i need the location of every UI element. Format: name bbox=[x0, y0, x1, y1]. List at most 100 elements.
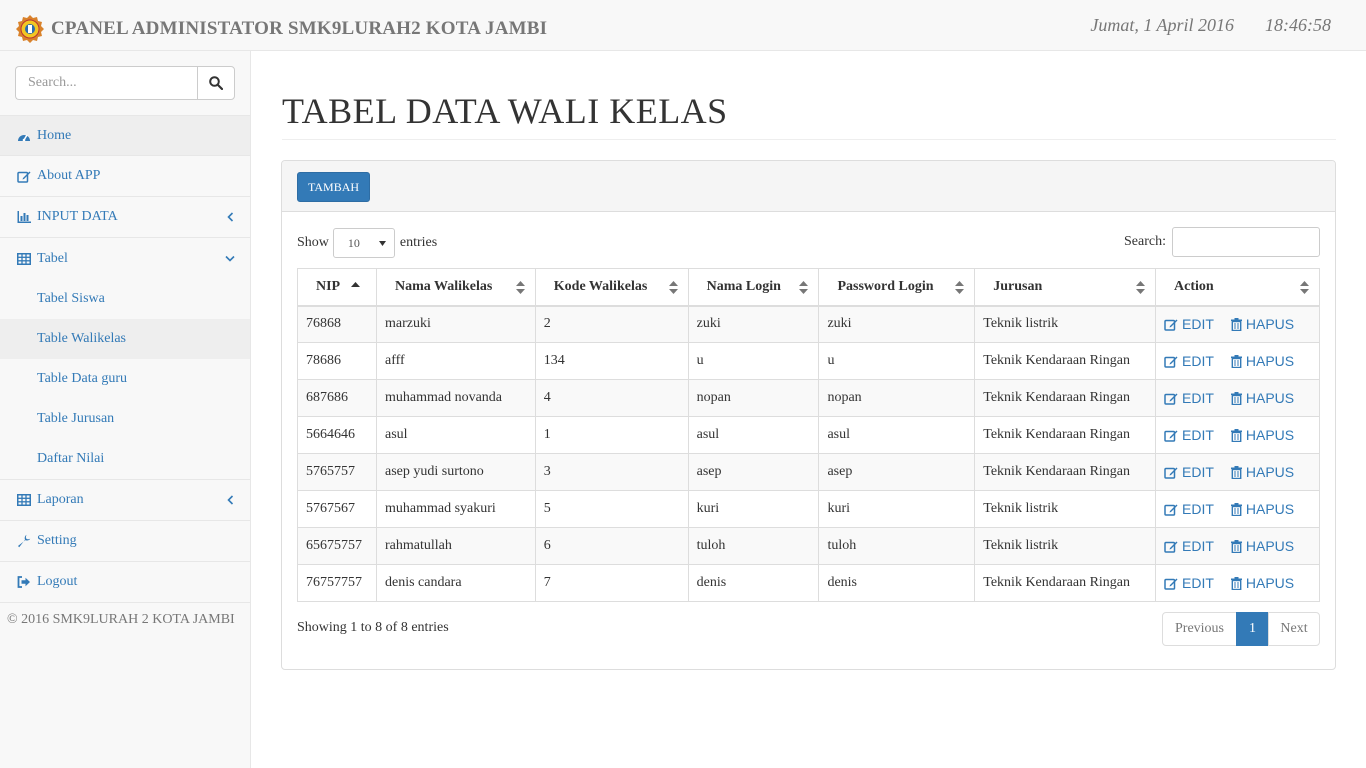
edit-icon bbox=[1164, 393, 1178, 405]
edit-icon bbox=[1164, 430, 1178, 442]
cell-action: EDIT HAPUS bbox=[1155, 564, 1320, 602]
brand[interactable]: CPANEL ADMINISTATOR SMK9LURAH2 KOTA JAMB… bbox=[15, 13, 547, 45]
table-search-input[interactable] bbox=[1172, 227, 1320, 257]
pagination-next[interactable]: Next bbox=[1268, 612, 1320, 646]
sidebar-subitem-table-walikelas[interactable]: Table Walikelas bbox=[0, 319, 250, 359]
sidebar: Home About APP INPUT DATA Tabel bbox=[0, 51, 251, 768]
sidebar-subitem-daftar-nilai[interactable]: Daftar Nilai bbox=[0, 439, 250, 479]
pagination-previous[interactable]: Previous bbox=[1162, 612, 1237, 646]
delete-button[interactable]: HAPUS bbox=[1230, 575, 1295, 591]
sidebar-search-button[interactable] bbox=[197, 66, 235, 100]
cell-password-login: denis bbox=[818, 564, 976, 602]
sidebar-item-laporan[interactable]: Laporan bbox=[0, 480, 250, 521]
sidebar-item-tabel[interactable]: Tabel bbox=[0, 238, 250, 279]
sidebar-search bbox=[15, 66, 235, 100]
cell-nama-walikelas: asul bbox=[375, 416, 536, 454]
edit-button[interactable]: EDIT bbox=[1164, 464, 1214, 480]
sort-icon bbox=[668, 281, 678, 294]
edit-label: EDIT bbox=[1182, 575, 1214, 591]
edit-button[interactable]: EDIT bbox=[1164, 501, 1214, 517]
cell-action: EDIT HAPUS bbox=[1155, 527, 1320, 565]
caret-down-icon bbox=[378, 240, 386, 246]
edit-button[interactable]: EDIT bbox=[1164, 316, 1214, 332]
cell-jurusan: Teknik Kendaraan Ringan bbox=[974, 342, 1156, 380]
delete-button[interactable]: HAPUS bbox=[1230, 501, 1295, 517]
cell-password-login: kuri bbox=[818, 490, 976, 528]
cell-password-login: u bbox=[818, 342, 976, 380]
copyright-text: © 2016 SMK9LURAH 2 KOTA JAMBI bbox=[7, 612, 235, 627]
cell-nama-walikelas: muhammad novanda bbox=[375, 379, 536, 417]
column-header-nip[interactable]: NIP bbox=[297, 268, 377, 307]
delete-button[interactable]: HAPUS bbox=[1230, 427, 1294, 443]
delete-label: HAPUS bbox=[1245, 464, 1295, 480]
trash-icon bbox=[1230, 576, 1242, 590]
edit-button[interactable]: EDIT bbox=[1164, 538, 1214, 554]
chevron-down-icon bbox=[225, 252, 235, 264]
sidebar-menu: Home About APP INPUT DATA Tabel Tabel Si… bbox=[0, 115, 250, 603]
edit-label: EDIT bbox=[1182, 464, 1214, 480]
cell-nip: 76868 bbox=[297, 305, 377, 343]
chevron-left-icon bbox=[225, 211, 235, 223]
cell-nama-walikelas: muhammad syakuri bbox=[375, 490, 536, 528]
sidebar-item-label: Tabel bbox=[37, 250, 68, 266]
sort-icon bbox=[955, 281, 965, 294]
trash-icon bbox=[1230, 317, 1242, 331]
table-body: 76868 marzuki 2 zuki zuki Teknik listrik… bbox=[297, 305, 1320, 602]
cell-action: EDIT HAPUS bbox=[1155, 490, 1320, 528]
edit-button[interactable]: EDIT bbox=[1164, 427, 1214, 443]
column-header-action[interactable]: Action bbox=[1155, 268, 1320, 307]
delete-button[interactable]: HAPUS bbox=[1230, 538, 1294, 554]
cell-nama-login: denis bbox=[687, 564, 820, 602]
edit-label: EDIT bbox=[1182, 353, 1214, 369]
edit-button[interactable]: EDIT bbox=[1164, 390, 1214, 406]
edit-button[interactable]: EDIT bbox=[1164, 353, 1214, 369]
cell-password-login: asul bbox=[818, 416, 976, 454]
sidebar-item-home[interactable]: Home bbox=[0, 115, 250, 156]
panel-heading: TAMBAH bbox=[282, 161, 1335, 212]
edit-label: EDIT bbox=[1182, 390, 1214, 406]
page-title: TABEL DATA WALI KELAS bbox=[282, 91, 728, 131]
sidebar-subitem-table-data-guru[interactable]: Table Data guru bbox=[0, 359, 250, 399]
sort-icon bbox=[515, 281, 525, 294]
sidebar-item-setting[interactable]: Setting bbox=[0, 521, 250, 562]
add-button[interactable]: TAMBAH bbox=[297, 172, 371, 202]
cell-jurusan: Teknik Kendaraan Ringan bbox=[974, 564, 1156, 602]
sidebar-subitem-tabel-siswa[interactable]: Tabel Siswa bbox=[0, 279, 250, 319]
delete-button[interactable]: HAPUS bbox=[1230, 353, 1294, 369]
cell-nip: 687686 bbox=[297, 379, 377, 417]
entries-select[interactable]: 10 bbox=[332, 228, 395, 258]
column-header-jurusan[interactable]: Jurusan bbox=[974, 268, 1156, 307]
cell-nama-walikelas: afff bbox=[375, 342, 536, 380]
table-row: 5765757 asep yudi surtono 3 asep asep Te… bbox=[297, 453, 1320, 491]
top-navbar: CPANEL ADMINISTATOR SMK9LURAH2 KOTA JAMB… bbox=[0, 0, 1366, 51]
sidebar-item-about[interactable]: About APP bbox=[0, 156, 250, 197]
edit-icon bbox=[17, 169, 31, 183]
trash-icon bbox=[1230, 539, 1242, 553]
entries-label: entries bbox=[399, 235, 438, 250]
cell-nama-login: u bbox=[687, 342, 820, 380]
cell-jurusan: Teknik Kendaraan Ringan bbox=[974, 379, 1156, 417]
cell-jurusan: Teknik listrik bbox=[974, 305, 1156, 343]
delete-label: HAPUS bbox=[1245, 575, 1295, 591]
delete-button[interactable]: HAPUS bbox=[1230, 316, 1294, 332]
column-header-password-login[interactable]: Password Login bbox=[818, 268, 976, 307]
cell-nama-walikelas: marzuki bbox=[375, 305, 536, 343]
trash-icon bbox=[1230, 354, 1242, 368]
edit-button[interactable]: EDIT bbox=[1164, 575, 1214, 591]
pagination-page-current[interactable]: 1 bbox=[1236, 612, 1269, 646]
sidebar-item-input-data[interactable]: INPUT DATA bbox=[0, 197, 250, 238]
column-header-nama-walikelas[interactable]: Nama Walikelas bbox=[375, 268, 536, 307]
sidebar-subitem-table-jurusan[interactable]: Table Jurusan bbox=[0, 399, 250, 439]
current-time: 18:46:58 bbox=[1265, 15, 1331, 35]
delete-label: HAPUS bbox=[1245, 501, 1295, 517]
column-header-kode-walikelas[interactable]: Kode Walikelas bbox=[534, 268, 689, 307]
sidebar-item-logout[interactable]: Logout bbox=[0, 562, 250, 603]
delete-button[interactable]: HAPUS bbox=[1230, 464, 1295, 480]
sidebar-search-input[interactable] bbox=[15, 66, 197, 100]
cell-jurusan: Teknik Kendaraan Ringan bbox=[974, 453, 1156, 491]
delete-button[interactable]: HAPUS bbox=[1230, 390, 1294, 406]
column-header-nama-login[interactable]: Nama Login bbox=[687, 268, 820, 307]
cell-kode-walikelas: 2 bbox=[534, 305, 689, 343]
cell-password-login: zuki bbox=[818, 305, 976, 343]
sidebar-item-label: Home bbox=[37, 127, 72, 143]
